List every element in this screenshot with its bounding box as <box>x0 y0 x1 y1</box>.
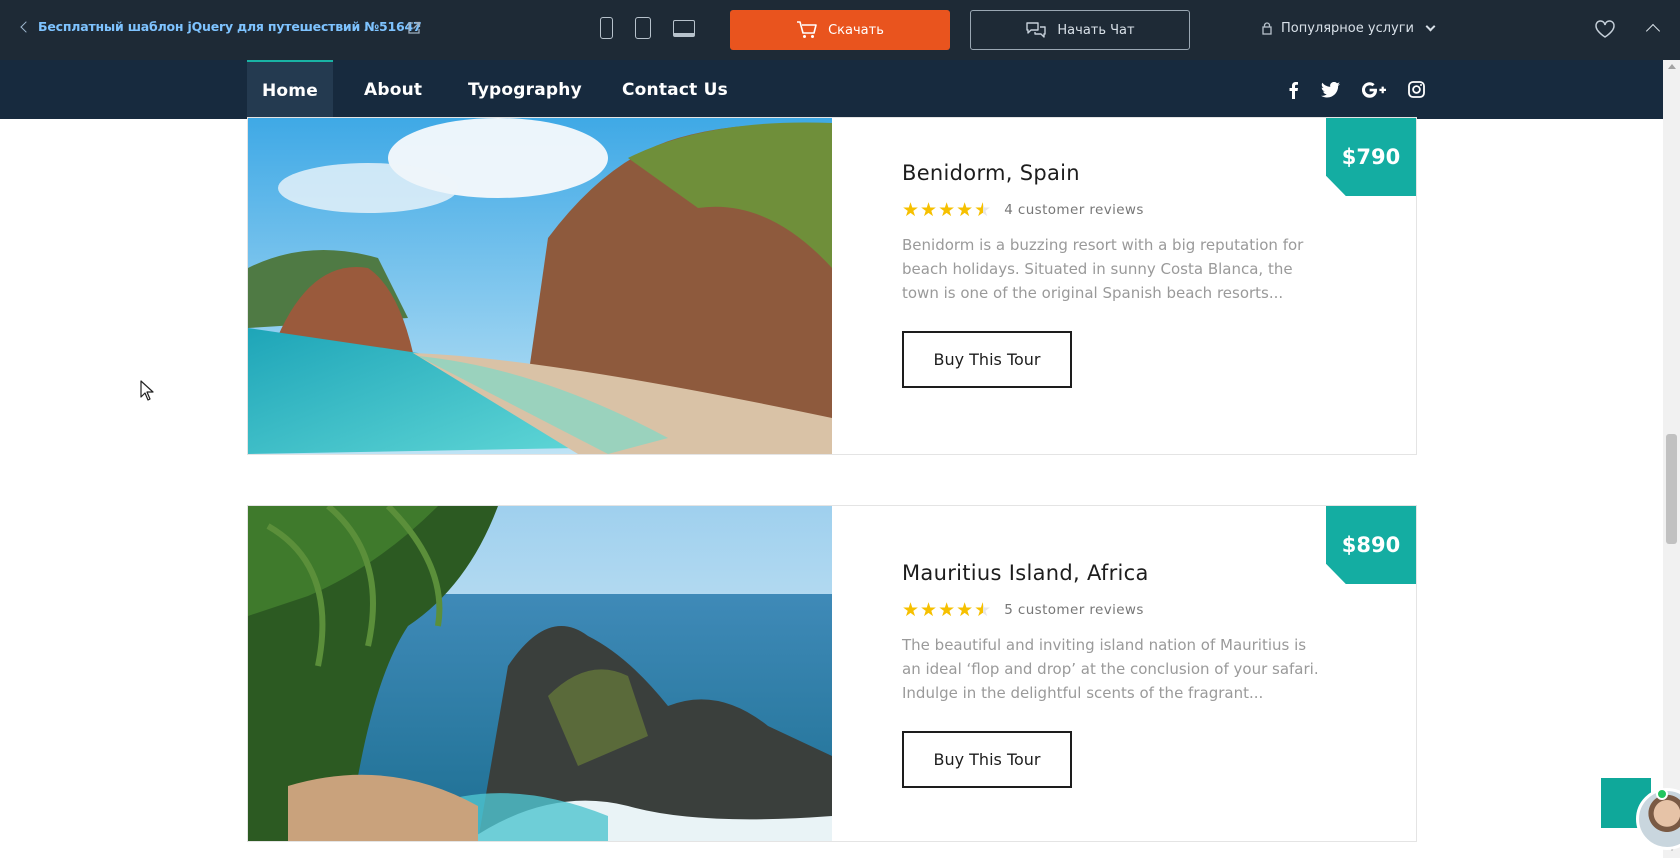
tour-description: The beautiful and inviting island nation… <box>902 636 1319 702</box>
back-link[interactable]: Бесплатный шаблон jQuery для путешествий… <box>20 19 422 34</box>
mobile-view-icon[interactable] <box>600 17 613 39</box>
nav-label: Home <box>262 80 318 101</box>
facebook-icon[interactable] <box>1288 81 1299 99</box>
star-rating-icon: ★★★★★ <box>902 199 993 221</box>
chat-bubbles-icon <box>1026 22 1047 38</box>
nav-contact-us[interactable]: Contact Us <box>622 60 728 119</box>
desktop-view-icon[interactable] <box>673 19 695 37</box>
buy-tour-label: Buy This Tour <box>933 350 1041 369</box>
review-count[interactable]: 4 customer reviews <box>1004 202 1144 218</box>
popular-services-label: Популярное услуги <box>1281 21 1415 36</box>
site-navbar: Home About Typography Contact Us <box>0 60 1663 119</box>
template-title[interactable]: Бесплатный шаблон jQuery для путешествий… <box>38 19 422 34</box>
tour-rating: ★★★★★ 4 customer reviews <box>902 199 1342 221</box>
nav-about[interactable]: About <box>364 60 422 119</box>
instagram-icon[interactable] <box>1408 81 1425 98</box>
nav-home[interactable]: Home <box>247 60 333 119</box>
nav-label: Typography <box>468 79 582 100</box>
chat-label: Начать Чат <box>1057 22 1135 38</box>
google-plus-icon[interactable] <box>1362 81 1386 98</box>
cart-icon <box>797 21 817 38</box>
price-value: $890 <box>1341 533 1401 557</box>
nav-label: Contact Us <box>622 79 728 100</box>
tour-description: Benidorm is a buzzing resort with a big … <box>902 236 1304 302</box>
tour-card: Mauritius Island, Africa ★★★★★ 5 custome… <box>247 505 1417 842</box>
tour-image-mauritius <box>248 506 832 841</box>
nav-typography[interactable]: Typography <box>468 60 582 119</box>
twitter-icon[interactable] <box>1321 81 1340 98</box>
collapse-up-icon[interactable] <box>1645 23 1661 39</box>
chevron-down-icon <box>1425 21 1436 32</box>
buy-tour-label: Buy This Tour <box>933 750 1041 769</box>
review-count[interactable]: 5 customer reviews <box>1004 602 1144 618</box>
chevron-left-icon <box>20 21 32 33</box>
lock-icon <box>1262 22 1272 35</box>
scroll-thumb[interactable] <box>1666 434 1677 544</box>
price-value: $790 <box>1341 145 1401 169</box>
tour-details: Benidorm, Spain ★★★★★ 4 customer reviews… <box>902 161 1342 388</box>
online-status-dot <box>1656 788 1668 800</box>
download-button[interactable]: Скачать <box>730 10 950 50</box>
tour-title[interactable]: Mauritius Island, Africa <box>902 561 1342 585</box>
mouse-cursor-icon <box>140 380 154 401</box>
scroll-up-arrow[interactable] <box>1668 64 1676 69</box>
download-label: Скачать <box>828 22 884 38</box>
device-switcher <box>600 17 695 39</box>
price-badge: $890 <box>1326 506 1416 584</box>
price-badge: $790 <box>1326 118 1416 196</box>
tour-rating: ★★★★★ 5 customer reviews <box>902 599 1342 621</box>
social-links <box>1288 60 1425 119</box>
tour-card: Benidorm, Spain ★★★★★ 4 customer reviews… <box>247 117 1417 455</box>
nav-label: About <box>364 79 423 100</box>
buy-tour-button[interactable]: Buy This Tour <box>902 331 1072 388</box>
chat-button[interactable]: Начать Чат <box>970 10 1190 50</box>
top-toolbar: Бесплатный шаблон jQuery для путешествий… <box>0 0 1680 60</box>
external-link-icon[interactable] <box>407 21 421 35</box>
tour-details: Mauritius Island, Africa ★★★★★ 5 custome… <box>902 561 1342 788</box>
star-rating-icon: ★★★★★ <box>902 599 993 621</box>
tour-title[interactable]: Benidorm, Spain <box>902 161 1342 185</box>
tablet-view-icon[interactable] <box>635 17 651 39</box>
popular-services-dropdown[interactable]: Популярное услуги <box>1262 21 1436 36</box>
heart-icon[interactable] <box>1594 19 1616 39</box>
tour-image-benidorm <box>248 118 832 454</box>
buy-tour-button[interactable]: Buy This Tour <box>902 731 1072 788</box>
